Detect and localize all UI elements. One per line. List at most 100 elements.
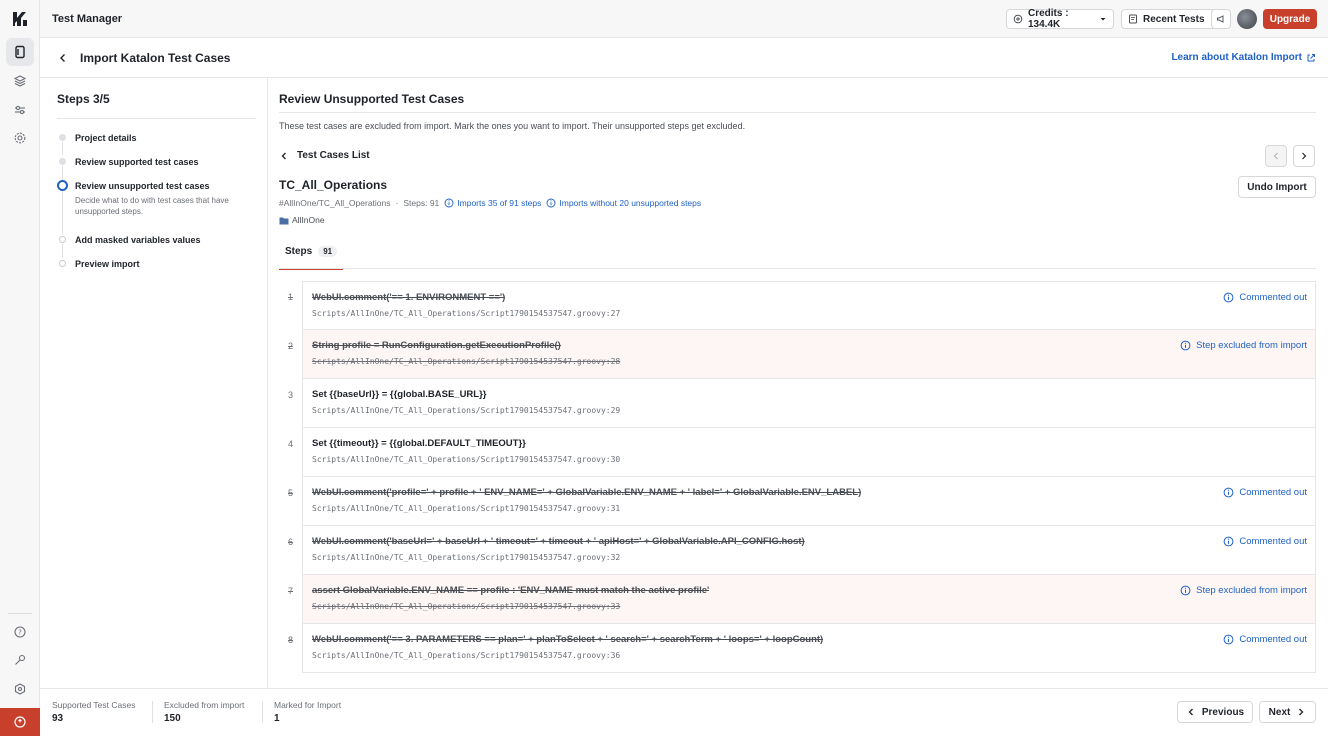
undo-import-button[interactable]: Undo Import (1238, 176, 1316, 198)
excluded-label: Excluded from import (164, 700, 245, 710)
step-label: Preview import (75, 259, 140, 269)
steps-count: Steps: 91 (403, 198, 440, 208)
step-card[interactable]: WebUI.comment('== 1. ENVIRONMENT ==') Scr… (302, 281, 1316, 330)
info-icon (546, 198, 556, 208)
test-case-folder: AllInOne (279, 215, 325, 225)
step-code: WebUI.comment('baseUrl=' + baseUrl + ' t… (312, 536, 805, 547)
step-source-path: Scripts/AllInOne/TC_All_Operations/Scrip… (312, 504, 621, 513)
imports-without-info[interactable]: Imports without 20 unsupported steps (546, 198, 701, 208)
step-card[interactable]: WebUI.comment('== 3. PARAMETERS == plan=… (302, 624, 1316, 673)
chevron-left-icon (1188, 708, 1193, 716)
step-status[interactable]: Commented out (1223, 536, 1307, 547)
step-row[interactable]: 8 WebUI.comment('== 3. PARAMETERS == plan… (279, 624, 1316, 673)
tab-steps[interactable]: Steps 91 (279, 242, 344, 270)
supported-stat: Supported Test Cases 93 (52, 700, 135, 724)
next-button[interactable]: Next (1259, 701, 1316, 723)
step-number: 8 (287, 635, 293, 645)
megaphone-icon (1217, 15, 1224, 23)
step-row[interactable]: 7 assert GlobalVariable.ENV_NAME == profi… (279, 575, 1316, 624)
test-case-name: TC_All_Operations (279, 178, 388, 192)
settings-gear-icon[interactable] (6, 124, 34, 152)
recent-tests-label: Recent Tests (1143, 13, 1205, 25)
step-card[interactable]: Set {{baseUrl}} = {{global.BASE_URL}} Scr… (302, 379, 1316, 428)
upgrade-button[interactable]: Upgrade (1263, 9, 1317, 29)
chevron-left-icon (1273, 152, 1278, 160)
layers-nav-icon[interactable] (6, 67, 34, 95)
step-status[interactable]: Commented out (1223, 634, 1307, 645)
credits-dropdown[interactable]: Credits : 134.4K (1006, 8, 1114, 30)
tab-steps-count: 91 (318, 246, 338, 257)
step-row[interactable]: 1 WebUI.comment('== 1. ENVIRONMENT ==') Sc… (279, 281, 1316, 330)
previous-button[interactable]: Previous (1177, 701, 1253, 723)
step-status-label: Step excluded from import (1196, 585, 1307, 596)
integrations-icon[interactable] (6, 675, 34, 703)
key-icon[interactable] (6, 646, 34, 674)
step-status[interactable]: Commented out (1223, 487, 1307, 498)
imports-without-label: Imports without 20 unsupported steps (559, 198, 702, 208)
credits-label: Credits : 134.4K (1028, 8, 1069, 30)
step-source-path: Scripts/AllInOne/TC_All_Operations/Scrip… (312, 553, 621, 562)
katalon-logo-icon[interactable] (10, 9, 30, 29)
marked-value: 1 (274, 713, 280, 724)
step-card[interactable]: Set {{timeout}} = {{global.DEFAULT_TIMEO… (302, 428, 1316, 477)
external-link-icon (1307, 53, 1315, 61)
next-test-case-button[interactable] (1293, 145, 1315, 167)
footer-divider (262, 701, 263, 723)
step-card[interactable]: assert GlobalVariable.ENV_NAME == profil… (302, 575, 1316, 624)
info-icon (1180, 585, 1191, 596)
step-status-label: Commented out (1239, 634, 1307, 645)
sliders-nav-icon[interactable] (6, 96, 34, 124)
step-number: 1 (287, 292, 293, 302)
imports-info[interactable]: Imports 35 of 91 steps (444, 198, 541, 208)
step-number: 6 (287, 537, 293, 547)
marked-stat: Marked for Import 1 (274, 700, 341, 724)
step-source-path: Scripts/AllInOne/TC_All_Operations/Scrip… (312, 357, 621, 366)
step-status-label: Commented out (1239, 292, 1307, 303)
chevron-right-icon (1299, 708, 1304, 716)
info-icon (444, 198, 454, 208)
learn-link-label: Learn about Katalon Import (1171, 52, 1302, 63)
step-connector (62, 191, 63, 235)
step-row[interactable]: 3 Set {{baseUrl}} = {{global.BASE_URL}} Sc… (279, 379, 1316, 428)
step-connector (62, 142, 63, 155)
step-row[interactable]: 6 WebUI.comment('baseUrl=' + baseUrl + ' … (279, 526, 1316, 575)
step-row[interactable]: 4 Set {{timeout}} = {{global.DEFAULT_TIME… (279, 428, 1316, 477)
step-card[interactable]: WebUI.comment('profile=' + profile + ' E… (302, 477, 1316, 526)
test-case-path: #AllInOne/TC_All_Operations (279, 198, 391, 208)
announcements-button[interactable] (1211, 9, 1231, 29)
step-status[interactable]: Step excluded from import (1180, 340, 1307, 351)
test-cases-list-back-link[interactable]: Test Cases List (279, 150, 370, 161)
test-case-meta: #AllInOne/TC_All_Operations · Steps: 91 … (279, 198, 701, 208)
step-row[interactable]: 5 WebUI.comment('profile=' + profile + ' … (279, 477, 1316, 526)
step-number: 5 (287, 488, 293, 498)
step-status[interactable]: Commented out (1223, 292, 1307, 303)
recent-tests-button[interactable]: Recent Tests (1121, 9, 1217, 29)
chevron-down-icon (1100, 18, 1106, 21)
supported-label: Supported Test Cases (52, 700, 136, 710)
notifications-icon[interactable] (0, 708, 40, 736)
rail-divider (8, 613, 32, 614)
step-label: Review supported test cases (75, 157, 199, 167)
back-chevron-icon[interactable] (56, 51, 70, 65)
step-row[interactable]: 2 String profile = RunConfiguration.getEx… (279, 330, 1316, 379)
previous-label: Previous (1201, 706, 1245, 718)
step-description: Decide what to do with test cases that h… (75, 196, 229, 216)
step-done-dot (59, 134, 66, 141)
step-active-dot (57, 180, 68, 191)
step-code: WebUI.comment('== 3. PARAMETERS == plan=… (312, 634, 824, 645)
step-number: 7 (287, 586, 293, 596)
prev-test-case-button[interactable] (1265, 145, 1287, 167)
step-card[interactable]: String profile = RunConfiguration.getExe… (302, 330, 1316, 379)
footer-bar: Supported Test Cases 93 Excluded from im… (40, 688, 1328, 736)
step-status[interactable]: Step excluded from import (1180, 585, 1307, 596)
learn-katalon-import-link[interactable]: Learn about Katalon Import (1171, 52, 1316, 63)
step-connector (62, 244, 63, 258)
help-icon[interactable]: ? (6, 618, 34, 646)
test-manager-nav-icon[interactable] (6, 38, 34, 66)
info-icon (1224, 487, 1234, 498)
step-card[interactable]: WebUI.comment('baseUrl=' + baseUrl + ' t… (302, 526, 1316, 575)
footer-divider (152, 701, 153, 723)
steps-panel: Steps 3/5 Project details Review support… (40, 78, 268, 688)
page-title: Import Katalon Test Cases (80, 51, 231, 65)
user-avatar[interactable] (1237, 9, 1257, 29)
